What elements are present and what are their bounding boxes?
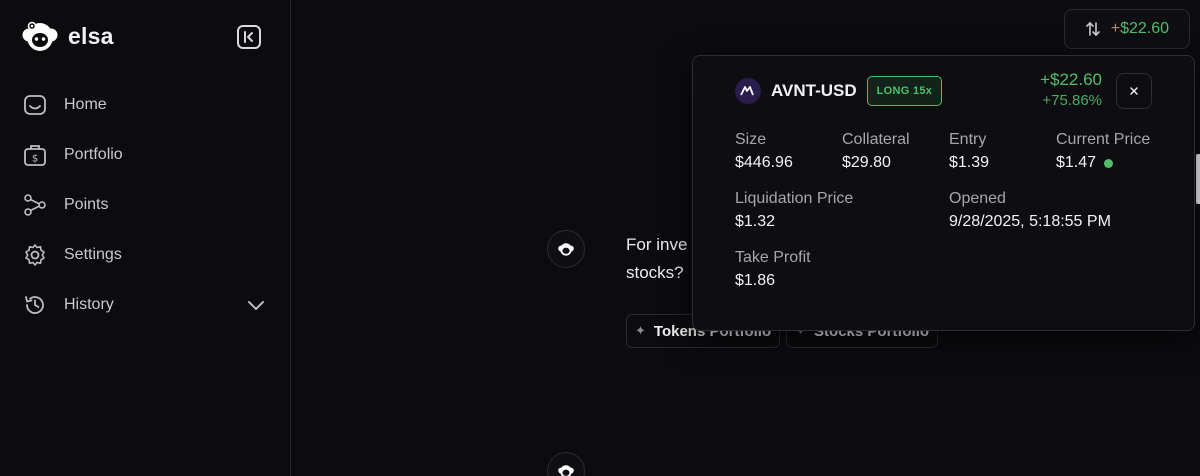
field-value: $1.32 <box>735 213 776 230</box>
field-value: $446.96 <box>735 154 793 171</box>
close-icon <box>1130 87 1138 95</box>
history-icon <box>25 296 44 314</box>
field-label: Current Price <box>1056 131 1151 148</box>
pnl-usd: +$22.60 <box>1040 70 1102 89</box>
elsa-logo-icon <box>22 21 58 51</box>
pnl-toggle-button[interactable]: +$22.60 <box>1063 9 1190 49</box>
field-value-row: $1.47 <box>1056 151 1150 175</box>
elsa-bot-icon <box>558 465 574 476</box>
field-label: Opened <box>949 190 1006 207</box>
field-value: 9/28/2025, 5:18:55 PM <box>949 213 1111 230</box>
points-icon <box>24 194 46 216</box>
sidebar-item-label: Home <box>64 96 107 113</box>
field-value: $1.47 <box>1056 154 1097 171</box>
sidebar-item-label: Portfolio <box>64 146 123 163</box>
pnl-percent: +75.86% <box>1042 92 1102 109</box>
field-value: $29.80 <box>842 154 891 171</box>
sidebar-item-label: Points <box>64 196 109 213</box>
chevron-down-icon[interactable] <box>246 295 266 315</box>
position-header: AVNT-USD LONG 15x <box>735 76 943 106</box>
side-badge: LONG 15x <box>866 76 943 106</box>
svg-text:$: $ <box>32 154 38 165</box>
field-current-price: Current Price $1.47 <box>1056 129 1150 175</box>
field-value: $1.86 <box>735 272 776 289</box>
field-opened: Opened 9/28/2025, 5:18:55 PM <box>949 188 1111 234</box>
field-label: Entry <box>949 131 987 148</box>
field-entry: Entry $1.39 <box>949 129 989 175</box>
sidebar: elsa Home $ Portfolio Points Settings Hi… <box>0 0 291 476</box>
field-collateral: Collateral $29.80 <box>842 129 910 175</box>
field-label: Take Profit <box>735 249 811 266</box>
home-icon <box>24 95 46 115</box>
close-button[interactable] <box>1116 73 1152 109</box>
position-pnl: +$22.60 +75.86% <box>1040 70 1102 112</box>
sort-arrows-icon <box>1085 21 1100 37</box>
position-popover: AVNT-USD LONG 15x +$22.60 +75.86% Size $… <box>692 55 1195 331</box>
offscreen-panel-edge <box>1196 154 1200 204</box>
sidebar-item-points[interactable]: Points <box>22 180 272 230</box>
live-status-dot <box>1104 158 1114 168</box>
avatar <box>547 230 585 268</box>
elsa-bot-icon <box>558 243 574 256</box>
field-take-profit: Take Profit $1.86 <box>735 247 811 293</box>
sidebar-item-label: History <box>64 296 114 313</box>
brand-name: elsa <box>68 22 114 49</box>
settings-icon <box>25 244 45 266</box>
field-label: Collateral <box>842 131 910 148</box>
field-label: Liquidation Price <box>735 190 854 207</box>
collapse-sidebar-button[interactable] <box>237 25 261 49</box>
sidebar-item-home[interactable]: Home <box>22 80 272 130</box>
pnl-value: +$22.60 <box>1110 20 1169 37</box>
sidebar-nav: Home $ Portfolio Points Settings History <box>22 80 272 330</box>
field-size: Size $446.96 <box>735 129 793 175</box>
sidebar-item-portfolio[interactable]: $ Portfolio <box>22 130 272 180</box>
position-pair: AVNT-USD <box>771 81 857 100</box>
field-value: $1.39 <box>949 154 990 171</box>
collapse-icon <box>244 31 253 43</box>
avnt-token-icon <box>735 78 761 104</box>
sparkle-icon: ✦ <box>635 323 646 338</box>
avatar <box>547 452 585 476</box>
field-label: Size <box>735 131 767 148</box>
sidebar-item-history[interactable]: History <box>22 280 272 330</box>
sidebar-item-settings[interactable]: Settings <box>22 230 272 280</box>
field-liquidation-price: Liquidation Price $1.32 <box>735 188 853 234</box>
brand[interactable]: elsa <box>20 18 114 54</box>
sidebar-item-label: Settings <box>64 246 122 263</box>
portfolio-icon: $ <box>24 145 46 166</box>
